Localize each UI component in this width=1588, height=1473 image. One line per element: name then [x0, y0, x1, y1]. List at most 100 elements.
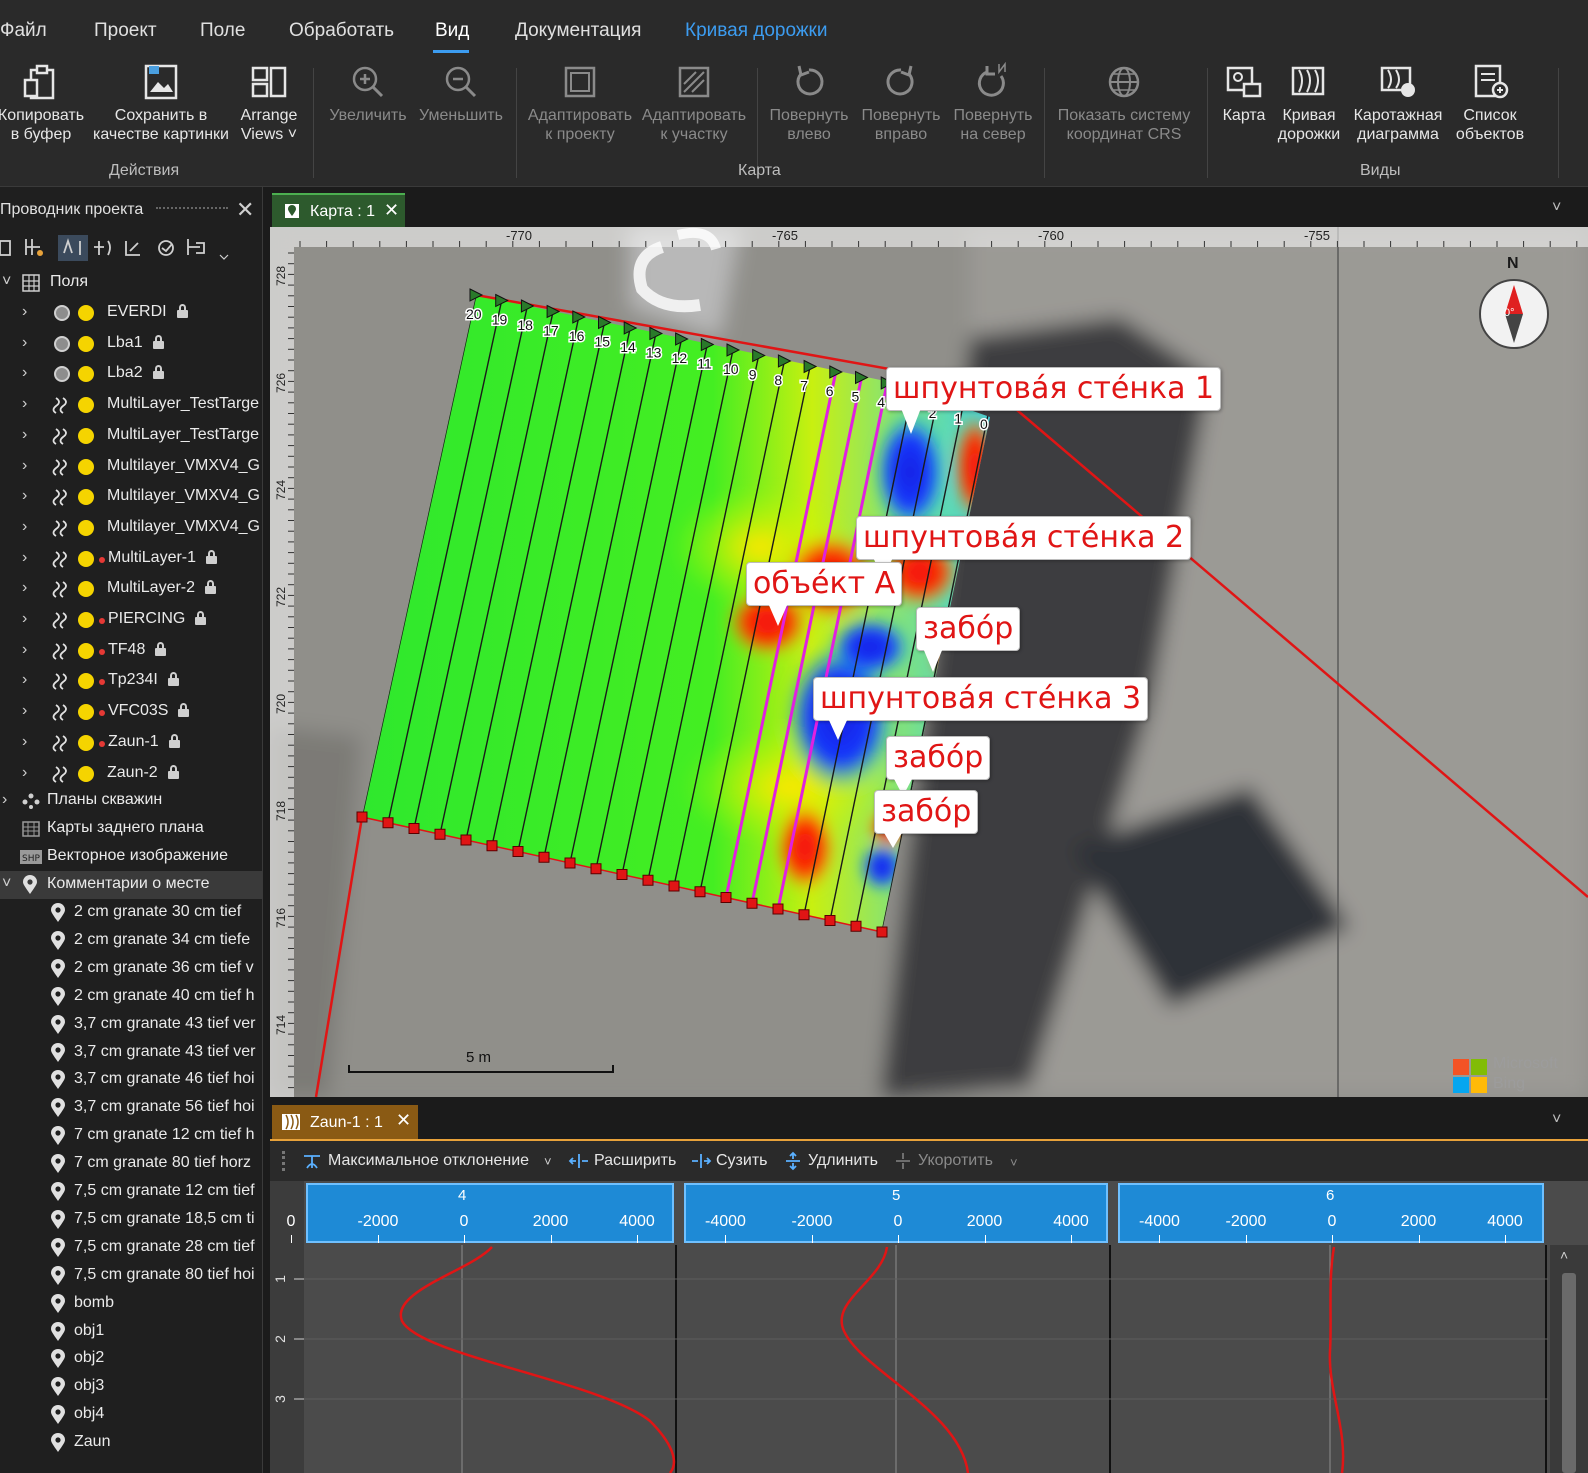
tree-comment-item[interactable]: 2 cm granate 40 cm tief h [0, 983, 262, 1011]
chevron-right-icon[interactable]: › [2, 791, 7, 809]
chevron-right-icon[interactable]: › [22, 395, 27, 413]
menu-view[interactable]: Вид [435, 20, 469, 42]
chevron-right-icon[interactable]: › [22, 764, 27, 782]
save-as-image-button[interactable]: Сохранить в качестве картинки [88, 62, 234, 144]
view-log-chart-button[interactable]: Каротажная диаграмма [1348, 62, 1448, 144]
chevron-right-icon[interactable]: › [22, 487, 27, 505]
tree-comment-item[interactable]: 7 cm granate 12 cm tief h [0, 1122, 262, 1150]
tree-comment-item[interactable]: 7,5 cm granate 80 tief hoi [0, 1262, 262, 1290]
tree-comment-item[interactable]: 3,7 cm granate 56 tief hoi [0, 1094, 262, 1122]
tree-comment-item[interactable]: 3,7 cm granate 43 tief ver [0, 1039, 262, 1067]
compass[interactable]: N 0° [1477, 255, 1557, 355]
map-callout[interactable]: шпунтовáя стéнка 3 [813, 677, 1149, 740]
chevron-right-icon[interactable]: › [22, 334, 27, 352]
tree-field-item[interactable]: › Lba1 [0, 330, 262, 358]
chevron-right-icon[interactable]: › [22, 641, 27, 659]
tree-field-item[interactable]: › Zaun-1 [0, 729, 262, 757]
map-callout[interactable]: забóр [886, 736, 991, 796]
tree-vector-image[interactable]: SHP Векторное изображение [0, 843, 262, 871]
close-icon[interactable]: ✕ [396, 1110, 411, 1131]
tree-field-item[interactable]: › TF48 [0, 637, 262, 665]
map-callout[interactable]: забóр [874, 790, 979, 848]
map-canvas[interactable]: 20191817161514131211109876543210 -770 -7… [270, 227, 1588, 1097]
map-callout[interactable]: объéкт А [746, 562, 903, 626]
tree-field-item[interactable]: › Zaun-2 [0, 760, 262, 788]
tree-site-comments[interactable]: ˅ Комментарии о месте [0, 871, 262, 899]
chevron-right-icon[interactable]: › [22, 610, 27, 628]
chevron-down-icon[interactable]: ˅ [1010, 1155, 1018, 1170]
menu-project[interactable]: Проект [94, 20, 157, 42]
tree-comment-item[interactable]: 7,5 cm granate 12 cm tief [0, 1178, 262, 1206]
explorer-tool-icons[interactable] [0, 233, 236, 263]
tree-comment-item[interactable]: obj4 [0, 1401, 262, 1429]
arrange-views-button[interactable]: Arrange Views ˅ [236, 62, 302, 144]
chevron-right-icon[interactable]: › [22, 457, 27, 475]
tree-field-item[interactable]: › Multilayer_VMXV4_G [0, 514, 262, 542]
rotate-north-button[interactable]: Повернуть на север [950, 62, 1036, 144]
tree-comment-item[interactable]: 2 cm granate 36 cm tief v [0, 955, 262, 983]
tree-comment-item[interactable]: 2 cm granate 30 cm tief [0, 899, 262, 927]
tree-field-item[interactable]: › VFC03S [0, 698, 262, 726]
chevron-down-icon[interactable]: ˅ [2, 273, 11, 291]
chevron-right-icon[interactable]: › [22, 671, 27, 689]
tree-comment-item[interactable]: obj3 [0, 1373, 262, 1401]
tree-field-item[interactable]: › Tp234I [0, 667, 262, 695]
max-deviation-dropdown[interactable]: Максимальное отклонение ˅ [300, 1141, 562, 1181]
zoom-in-button[interactable]: Увеличить [326, 62, 410, 125]
chevron-down-icon[interactable]: ˅ [1552, 199, 1561, 217]
chevron-right-icon[interactable]: › [22, 426, 27, 444]
expand-button[interactable]: Расширить [568, 1141, 686, 1181]
tree-field-item[interactable]: › MultiLayer-2 [0, 575, 262, 603]
menu-file[interactable]: Файл [0, 20, 47, 42]
close-icon[interactable]: ✕ [236, 197, 254, 223]
tree-comment-item[interactable]: bomb [0, 1290, 262, 1318]
tree-comment-item[interactable]: obj1 [0, 1318, 262, 1346]
view-map-button[interactable]: Карта [1216, 62, 1272, 125]
tree-field-item[interactable]: › Multilayer_VMXV4_G [0, 483, 262, 511]
tree-comment-item[interactable]: 3,7 cm granate 43 tief ver [0, 1011, 262, 1039]
tree-field-item[interactable]: › Lba2 [0, 360, 262, 388]
view-object-list-button[interactable]: Список объектов [1450, 62, 1530, 144]
log-tab[interactable]: Zaun-1 : 1 ✕ [272, 1105, 418, 1139]
scrollbar-thumb[interactable] [1562, 1273, 1576, 1473]
close-icon[interactable]: ✕ [384, 200, 399, 221]
tree-field-item[interactable]: › PIERCING [0, 606, 262, 634]
tree-comment-item[interactable]: Zaun [0, 1429, 262, 1457]
chevron-right-icon[interactable]: › [22, 549, 27, 567]
tree-comment-item[interactable]: 3,7 cm granate 46 tief hoi [0, 1066, 262, 1094]
fit-to-project-button[interactable]: Адаптировать к проекту [526, 62, 634, 144]
menu-field[interactable]: Поле [200, 20, 245, 42]
rotate-right-button[interactable]: Повернуть вправо [858, 62, 944, 144]
menu-documentation[interactable]: Документация [515, 20, 641, 42]
menu-track-curve[interactable]: Кривая дорожки [685, 20, 827, 42]
tree-comment-item[interactable]: 7 cm granate 80 tief horz [0, 1150, 262, 1178]
tree-background-maps[interactable]: Карты заднего плана [0, 815, 262, 843]
show-crs-button[interactable]: Показать систему координат CRS [1052, 62, 1196, 144]
chevron-down-icon[interactable]: ˅ [2, 875, 11, 893]
rotate-left-button[interactable]: Повернуть влево [766, 62, 852, 144]
chevron-right-icon[interactable]: › [22, 579, 27, 597]
chevron-right-icon[interactable]: › [22, 733, 27, 751]
drag-grip[interactable] [156, 207, 228, 209]
tree-borehole-plans[interactable]: › Планы скважин [0, 787, 262, 815]
map-tab[interactable]: Карта : 1 ✕ [272, 193, 405, 227]
zoom-out-button[interactable]: Уменьшить [414, 62, 508, 125]
chevron-right-icon[interactable]: › [22, 364, 27, 382]
tree-comment-item[interactable]: 7,5 cm granate 18,5 cm ti [0, 1206, 262, 1234]
tree-field-item[interactable]: › Multilayer_VMXV4_G [0, 453, 262, 481]
map-callout[interactable]: шпунтовáя стéнка 1 [886, 367, 1222, 434]
tree-field-item[interactable]: › MultiLayer-1 [0, 545, 262, 573]
tree-comment-item[interactable]: 7,5 cm granate 28 cm tief [0, 1234, 262, 1262]
tree-field-item[interactable]: › MultiLayer_TestTarge [0, 391, 262, 419]
log-chart-area[interactable]: 123 4 0 -2000 0 2000 4000 5 -4000 -2000 0 2000 4000… [270, 1181, 1588, 1473]
tree-comment-item[interactable]: obj2 [0, 1345, 262, 1373]
toolbar-grip[interactable] [282, 1151, 289, 1171]
lengthen-button[interactable]: Удлинить [784, 1141, 894, 1181]
chevron-right-icon[interactable]: › [22, 303, 27, 321]
view-track-curve-button[interactable]: Кривая дорожки [1272, 62, 1346, 144]
fit-to-field-button[interactable]: Адаптировать к участку [640, 62, 748, 144]
vertical-scrollbar[interactable]: ˄ [1550, 1245, 1588, 1473]
tree-fields-folder[interactable]: ˅ Поля [0, 269, 262, 297]
scroll-up-icon[interactable]: ˄ [1560, 1247, 1568, 1263]
tree-comment-item[interactable]: 2 cm granate 34 cm tiefe [0, 927, 262, 955]
